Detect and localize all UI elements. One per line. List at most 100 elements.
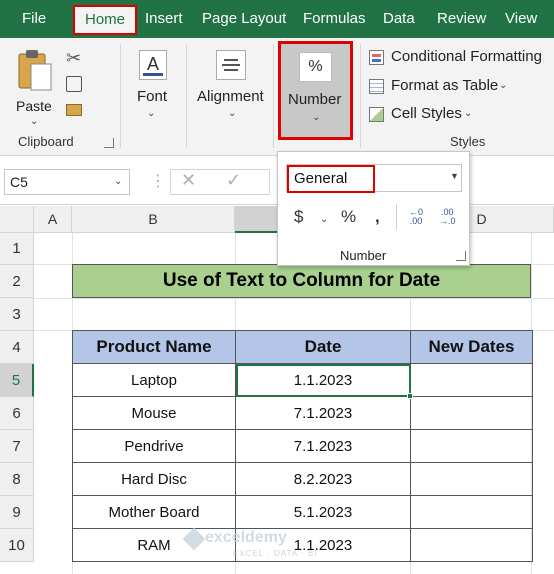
tab-view[interactable]: View [505, 0, 537, 38]
new-date-cell[interactable] [410, 462, 533, 496]
row-header[interactable]: 1 [0, 233, 34, 265]
enter-icon[interactable]: ✓ [226, 170, 241, 191]
paste-label: Paste [16, 98, 52, 114]
alignment-group-button[interactable]: Alignment ⌄ [196, 46, 268, 126]
new-date-cell[interactable] [410, 429, 533, 463]
header-date[interactable]: Date [235, 330, 411, 364]
sheet-title-cell[interactable]: Use of Text to Column for Date [72, 264, 531, 298]
format-as-table-label: Format as Table [391, 77, 499, 94]
tab-file[interactable]: File [22, 0, 46, 38]
row-header[interactable]: 5 [0, 364, 34, 397]
decrease-decimal-icon[interactable]: .00 →.0 [439, 208, 456, 226]
comma-style-icon[interactable]: , [375, 207, 380, 227]
row-header[interactable]: 7 [0, 430, 34, 463]
more-options-icon[interactable]: ⋮ [150, 171, 166, 191]
chevron-down-icon[interactable]: ⌄ [320, 214, 328, 225]
row-header[interactable]: 4 [0, 331, 34, 364]
row-header[interactable]: 3 [0, 298, 34, 331]
date-cell[interactable]: 8.2.2023 [235, 462, 411, 496]
clipboard-group-label: Clipboard [18, 134, 74, 149]
dropdown-arrow-icon: ▼ [450, 171, 459, 181]
chevron-down-icon: ⌄ [464, 108, 473, 119]
product-cell[interactable]: Mother Board [72, 495, 236, 529]
date-cell-selected[interactable]: 1.1.2023 [235, 363, 411, 397]
font-group-button[interactable]: A Font ⌄ [133, 46, 173, 126]
date-cell[interactable]: 7.1.2023 [235, 429, 411, 463]
number-launcher-icon[interactable] [456, 251, 466, 261]
cell-styles-label: Cell Styles [391, 105, 462, 122]
panel-separator [396, 204, 397, 230]
row-header[interactable]: 8 [0, 463, 34, 496]
conditional-formatting-button[interactable]: Conditional Formatting [369, 47, 551, 69]
new-date-cell[interactable] [410, 528, 533, 562]
font-label: Font [137, 88, 168, 105]
data-table: Product Name Date New Dates Laptop 1.1.2… [72, 330, 533, 562]
clipboard-launcher-icon[interactable] [104, 138, 114, 148]
cell-styles-button[interactable]: Cell Styles ⌄ [369, 104, 479, 126]
format-as-table-button[interactable]: Format as Table ⌄ [369, 76, 519, 98]
alignment-label: Alignment [197, 88, 264, 105]
tab-formulas[interactable]: Formulas [303, 0, 366, 38]
increase-decimal-bottom: .00 [409, 216, 423, 226]
header-new-dates[interactable]: New Dates [410, 330, 533, 364]
align-center-icon [216, 50, 246, 80]
column-header[interactable]: B [72, 206, 235, 233]
name-box[interactable]: C5 [4, 169, 130, 195]
tab-data[interactable]: Data [383, 0, 415, 38]
header-product-name[interactable]: Product Name [72, 330, 236, 364]
row-header[interactable]: 6 [0, 397, 34, 430]
row-header[interactable]: 10 [0, 529, 34, 562]
select-all-corner[interactable] [0, 206, 34, 233]
table-header-row: Product Name Date New Dates [72, 330, 533, 364]
watermark-tagline: EXCEL · DATA · BI [233, 549, 318, 558]
product-cell[interactable]: Laptop [72, 363, 236, 397]
ribbon-separator [360, 44, 361, 148]
ribbon-separator [120, 44, 121, 148]
table-row: Mouse 7.1.2023 [72, 396, 533, 430]
format-painter-icon[interactable] [66, 104, 82, 116]
cancel-icon[interactable]: ✕ [181, 170, 196, 191]
currency-icon[interactable]: $ [294, 207, 303, 227]
tab-page-layout[interactable]: Page Layout [202, 0, 286, 38]
column-header[interactable]: A [34, 206, 72, 233]
product-cell[interactable]: Hard Disc [72, 462, 236, 496]
percent-style-icon[interactable]: % [341, 207, 356, 227]
decrease-decimal-bottom: →.0 [439, 216, 456, 226]
number-format-panel: General ▼ $ ⌄ % , ←0 .00 .00 →.0 Number [277, 151, 470, 266]
chevron-down-icon: ⌄ [30, 116, 39, 127]
percent-icon: % [299, 52, 332, 82]
new-date-cell[interactable] [410, 396, 533, 430]
grid-line [34, 298, 554, 299]
ribbon-separator [273, 44, 274, 148]
copy-icon[interactable] [66, 76, 82, 92]
number-format-value: General [287, 165, 375, 193]
table-row: Hard Disc 8.2.2023 [72, 462, 533, 496]
styles-group-label: Styles [450, 134, 486, 149]
tab-home[interactable]: Home [73, 5, 137, 35]
cell-styles-icon [369, 107, 384, 122]
new-date-cell[interactable] [410, 363, 533, 397]
chevron-down-icon[interactable]: ⌄ [114, 176, 122, 187]
excel-window: File Home Insert Page Layout Formulas Da… [0, 0, 554, 574]
fill-handle[interactable] [407, 393, 413, 399]
product-cell[interactable]: Mouse [72, 396, 236, 430]
increase-decimal-icon[interactable]: ←0 .00 [409, 208, 423, 226]
row-header[interactable]: 2 [0, 265, 34, 298]
new-date-cell[interactable] [410, 495, 533, 529]
date-cell[interactable]: 5.1.2023 [235, 495, 411, 529]
row-header[interactable]: 9 [0, 496, 34, 529]
tab-review[interactable]: Review [437, 0, 486, 38]
cut-icon[interactable]: ✂ [66, 48, 81, 69]
table-row: Pendrive 7.1.2023 [72, 429, 533, 463]
date-cell[interactable]: 7.1.2023 [235, 396, 411, 430]
conditional-formatting-label: Conditional Formatting [391, 48, 542, 65]
number-group-button[interactable]: % Number ⌄ [278, 41, 353, 140]
product-cell[interactable]: Pendrive [72, 429, 236, 463]
table-row: Laptop 1.1.2023 [72, 363, 533, 397]
paste-button[interactable]: Paste ⌄ [12, 46, 56, 127]
number-format-dropdown[interactable]: General ▼ [286, 164, 462, 193]
font-color-icon: A [139, 50, 167, 80]
number-label: Number [288, 91, 342, 108]
tab-insert[interactable]: Insert [145, 0, 183, 38]
menu-bar: File Home Insert Page Layout Formulas Da… [0, 0, 554, 38]
